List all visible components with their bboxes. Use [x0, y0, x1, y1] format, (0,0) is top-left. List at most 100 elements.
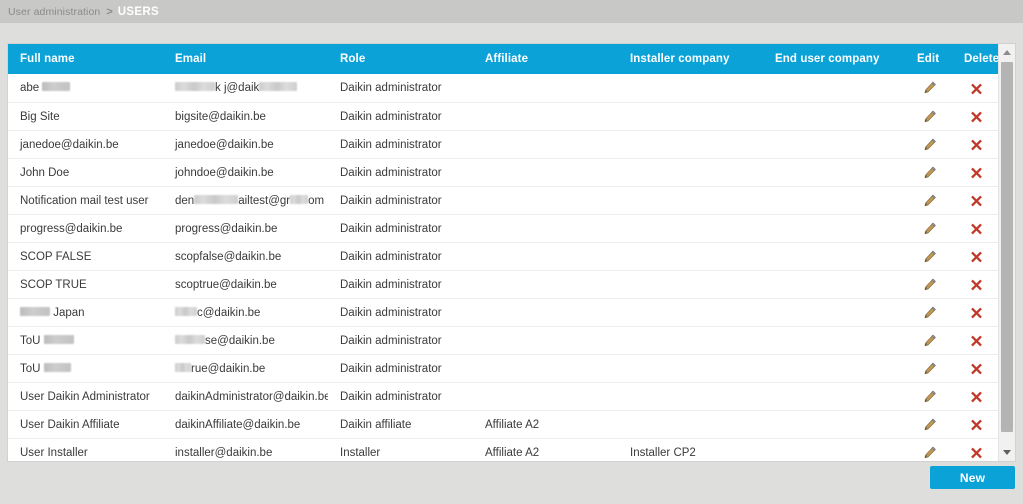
- cross-icon: [970, 111, 983, 123]
- vertical-scrollbar[interactable]: [998, 44, 1015, 461]
- table-row[interactable]: progress@daikin.be progress@daikin.be Daik…: [8, 214, 998, 243]
- delete-row-button[interactable]: [960, 270, 998, 299]
- column-header-role[interactable]: Role: [328, 44, 473, 74]
- cell-full-name: ToU: [8, 326, 163, 355]
- column-header-installer-company[interactable]: Installer company: [618, 44, 763, 74]
- edit-row-button[interactable]: [913, 242, 960, 271]
- cell-email: installer@daikin.be: [163, 438, 328, 461]
- cell-email: janedoe@daikin.be: [163, 130, 328, 159]
- cell-affiliate: [473, 298, 618, 327]
- cell-email: bigsite@daikin.be: [163, 102, 328, 131]
- page-body: Full name Email Role Affiliate Installer…: [0, 23, 1023, 504]
- column-header-affiliate[interactable]: Affiliate: [473, 44, 618, 74]
- table-row[interactable]: abe k j@daik Daikin administrator: [8, 74, 998, 103]
- scroll-up-arrow-icon[interactable]: [999, 44, 1015, 61]
- cell-email: scopfalse@daikin.be: [163, 242, 328, 271]
- panel-footer: New: [8, 461, 1015, 504]
- pencil-icon: [923, 138, 937, 151]
- scroll-down-arrow-icon[interactable]: [999, 444, 1015, 461]
- cell-email: progress@daikin.be: [163, 214, 328, 243]
- table-row[interactable]: ToU se@daikin.be Daikin administrator: [8, 326, 998, 355]
- table-row[interactable]: SCOP TRUE scoptrue@daikin.be Daikin admini…: [8, 270, 998, 299]
- new-user-button[interactable]: New: [930, 466, 1015, 489]
- cell-affiliate: [473, 242, 618, 271]
- page-title: USERS: [117, 5, 159, 18]
- table-row[interactable]: User Daikin Administrator daikinAdministr…: [8, 382, 998, 411]
- cell-email: c@daikin.be: [163, 298, 328, 327]
- cross-icon: [970, 279, 983, 291]
- table-row[interactable]: SCOP FALSE scopfalse@daikin.be Daikin admi…: [8, 242, 998, 271]
- cell-installer-company: [618, 158, 763, 187]
- cell-end-user-company: [763, 410, 913, 439]
- table-row[interactable]: User Daikin Affiliate daikinAffiliate@dai…: [8, 410, 998, 439]
- table-row[interactable]: ToU rue@daikin.be Daikin administrator: [8, 354, 998, 383]
- breadcrumb-parent-link[interactable]: User administration: [8, 6, 100, 18]
- redacted-block: [20, 306, 50, 316]
- cell-end-user-company: [763, 214, 913, 243]
- redacted-block: [175, 82, 215, 92]
- delete-row-button[interactable]: [960, 438, 998, 461]
- cell-affiliate: [473, 158, 618, 187]
- column-header-end-user-company[interactable]: End user company: [763, 44, 913, 74]
- cell-role: Daikin administrator: [328, 102, 473, 131]
- column-header-delete: Delete: [960, 44, 998, 74]
- delete-row-button[interactable]: [960, 298, 998, 327]
- redacted-block: [43, 362, 71, 372]
- edit-row-button[interactable]: [913, 214, 960, 243]
- scrollbar-thumb[interactable]: [1001, 62, 1013, 432]
- delete-row-button[interactable]: [960, 354, 998, 383]
- column-header-email[interactable]: Email: [163, 44, 328, 74]
- delete-row-button[interactable]: [960, 102, 998, 131]
- table-row[interactable]: Japan c@daikin.be Daikin administrator: [8, 298, 998, 327]
- cell-end-user-company: [763, 354, 913, 383]
- cell-email: k j@daik: [163, 74, 328, 103]
- delete-row-button[interactable]: [960, 158, 998, 187]
- edit-row-button[interactable]: [913, 186, 960, 215]
- edit-row-button[interactable]: [913, 298, 960, 327]
- table-row[interactable]: Notification mail test user den ailtest@gr…: [8, 186, 998, 215]
- delete-row-button[interactable]: [960, 130, 998, 159]
- cross-icon: [970, 223, 983, 235]
- cell-affiliate: [473, 326, 618, 355]
- table-row[interactable]: Big Site bigsite@daikin.be Daikin administ…: [8, 102, 998, 131]
- cell-email: scoptrue@daikin.be: [163, 270, 328, 299]
- pencil-icon: [923, 110, 937, 123]
- cross-icon: [970, 251, 983, 263]
- redacted-block: [175, 306, 197, 316]
- cell-installer-company: [618, 214, 763, 243]
- delete-row-button[interactable]: [960, 74, 998, 103]
- cell-end-user-company: [763, 74, 913, 103]
- edit-row-button[interactable]: [913, 130, 960, 159]
- delete-row-button[interactable]: [960, 410, 998, 439]
- pencil-icon: [923, 362, 937, 375]
- edit-row-button[interactable]: [913, 382, 960, 411]
- redacted-block: [175, 362, 191, 372]
- delete-row-button[interactable]: [960, 186, 998, 215]
- cell-installer-company: [618, 354, 763, 383]
- table-row[interactable]: janedoe@daikin.be janedoe@daikin.be Daikin…: [8, 130, 998, 159]
- redacted-block: [290, 194, 309, 204]
- table-row[interactable]: User Installer installer@daikin.be Install…: [8, 438, 998, 461]
- delete-row-button[interactable]: [960, 382, 998, 411]
- edit-row-button[interactable]: [913, 158, 960, 187]
- edit-row-button[interactable]: [913, 410, 960, 439]
- delete-row-button[interactable]: [960, 242, 998, 271]
- pencil-icon: [923, 278, 937, 291]
- cell-end-user-company: [763, 270, 913, 299]
- edit-row-button[interactable]: [913, 354, 960, 383]
- cell-end-user-company: [763, 242, 913, 271]
- pencil-icon: [923, 334, 937, 347]
- table-row[interactable]: John Doe johndoe@daikin.be Daikin administ…: [8, 158, 998, 187]
- column-header-edit: Edit: [913, 44, 960, 74]
- edit-row-button[interactable]: [913, 74, 960, 103]
- edit-row-button[interactable]: [913, 326, 960, 355]
- users-panel: Full name Email Role Affiliate Installer…: [8, 44, 1015, 461]
- edit-row-button[interactable]: [913, 270, 960, 299]
- cross-icon: [970, 391, 983, 403]
- edit-row-button[interactable]: [913, 438, 960, 461]
- delete-row-button[interactable]: [960, 326, 998, 355]
- delete-row-button[interactable]: [960, 214, 998, 243]
- column-header-full-name[interactable]: Full name: [8, 44, 163, 74]
- edit-row-button[interactable]: [913, 102, 960, 131]
- cell-installer-company: [618, 270, 763, 299]
